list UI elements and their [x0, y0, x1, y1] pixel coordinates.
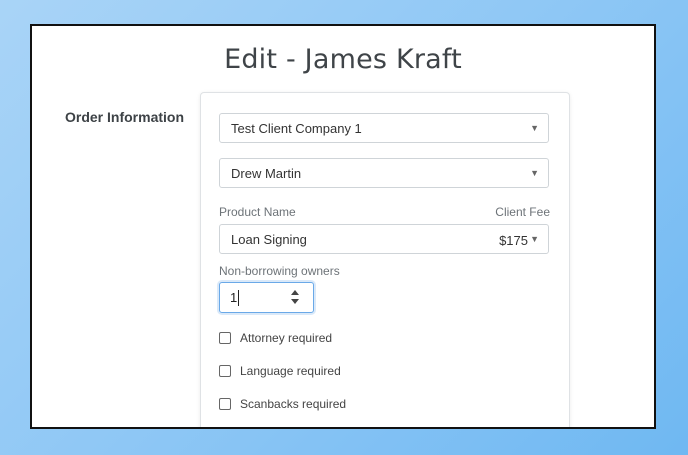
language-required-checkbox-row[interactable]: Language required — [219, 364, 341, 378]
attorney-required-label: Attorney required — [240, 331, 333, 345]
language-required-label: Language required — [240, 364, 341, 378]
client-fee-label: Client Fee — [495, 205, 550, 219]
product-name-label: Product Name — [219, 205, 296, 219]
client-company-value: Test Client Company 1 — [231, 120, 362, 136]
section-label-order-information: Order Information — [65, 109, 185, 125]
non-borrowing-owners-stepper[interactable]: 1 — [219, 282, 314, 313]
non-borrowing-owners-value: 1 — [230, 290, 238, 305]
product-select[interactable]: Loan Signing $175 ▼ — [219, 224, 549, 254]
attorney-required-checkbox-row[interactable]: Attorney required — [219, 331, 332, 345]
scanbacks-required-label: Scanbacks required — [240, 397, 347, 411]
scanbacks-required-checkbox[interactable] — [219, 398, 231, 410]
order-information-card: Test Client Company 1 ▼ Drew Martin ▼ Pr… — [200, 92, 570, 427]
language-required-checkbox[interactable] — [219, 365, 231, 377]
edit-order-window: Edit - James Kraft Order Information Tes… — [30, 24, 656, 429]
product-value: Loan Signing — [231, 231, 307, 247]
stepper-arrows[interactable] — [291, 288, 301, 307]
contact-value: Drew Martin — [231, 165, 302, 181]
non-borrowing-owners-label: Non-borrowing owners — [219, 264, 340, 278]
chevron-down-icon: ▼ — [530, 234, 539, 244]
scanbacks-required-checkbox-row[interactable]: Scanbacks required — [219, 397, 346, 411]
text-cursor — [238, 290, 239, 306]
stepper-up-icon[interactable] — [291, 290, 299, 295]
stepper-down-icon[interactable] — [291, 299, 299, 304]
client-company-select[interactable]: Test Client Company 1 ▼ — [219, 113, 549, 143]
page-title: Edit - James Kraft — [224, 44, 462, 75]
chevron-down-icon: ▼ — [530, 168, 539, 178]
chevron-down-icon: ▼ — [530, 123, 539, 133]
attorney-required-checkbox[interactable] — [219, 332, 231, 344]
client-fee-value: $175 — [499, 233, 528, 248]
contact-select[interactable]: Drew Martin ▼ — [219, 158, 549, 188]
